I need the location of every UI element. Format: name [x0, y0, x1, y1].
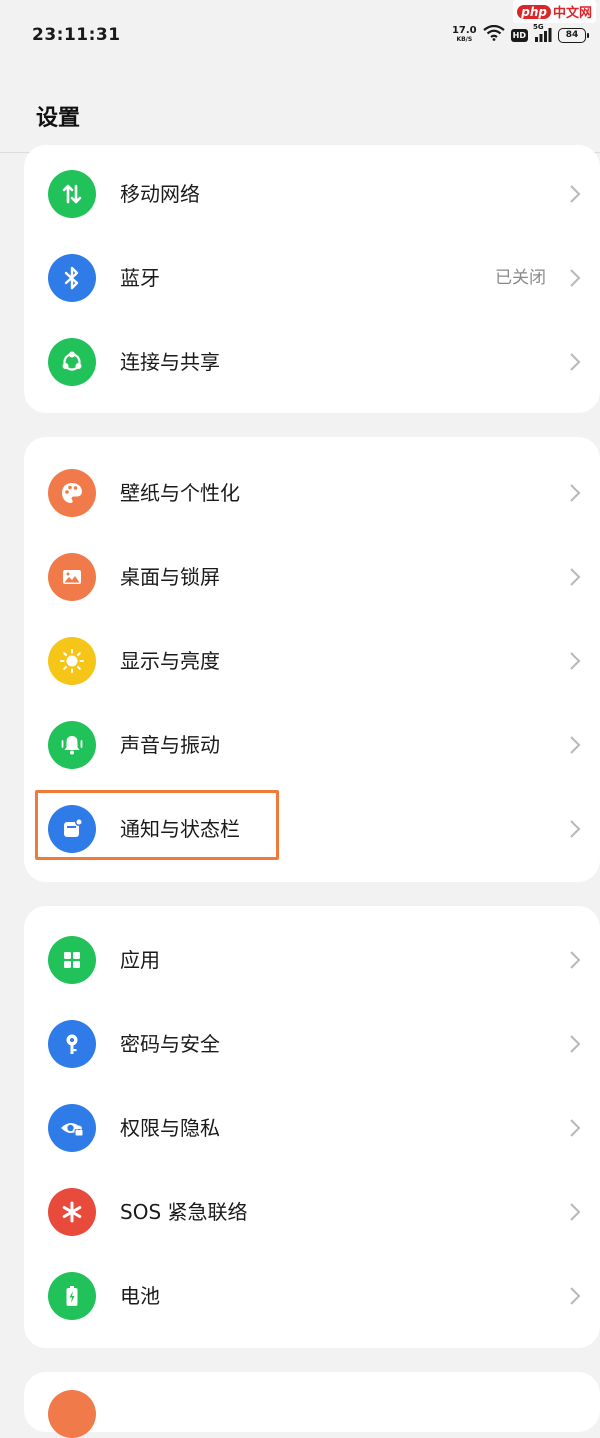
- bluetooth-icon: [48, 254, 96, 302]
- wifi-icon: [482, 24, 505, 45]
- chevron-right-icon: [570, 353, 581, 371]
- setting-label: 桌面与锁屏: [120, 565, 220, 589]
- setting-item-wallpaper[interactable]: 壁纸与个性化: [24, 451, 600, 535]
- setting-item-connection-sharing[interactable]: 连接与共享: [24, 320, 600, 404]
- setting-item-password-security[interactable]: 密码与安全: [24, 1002, 600, 1086]
- cellular-signal-icon: 5G: [533, 23, 552, 43]
- bell-icon: [48, 721, 96, 769]
- mobile-data-icon: [48, 170, 96, 218]
- bluetooth-status-value: 已关闭: [495, 268, 546, 288]
- chevron-right-icon: [570, 1119, 581, 1137]
- watermark-logo: php: [517, 4, 551, 19]
- status-bar: 23:11:31 17.0 KB/S HD 5G 84 php 中文网: [0, 0, 600, 72]
- setting-label: SOS 紧急联络: [120, 1200, 248, 1224]
- network-speed-unit: KB/S: [456, 35, 473, 43]
- setting-item-sound-vibration[interactable]: 声音与振动: [24, 703, 600, 787]
- highlight-annotation-box: [35, 790, 279, 860]
- share-icon: [48, 338, 96, 386]
- setting-item-icon-partial: [48, 1390, 96, 1438]
- setting-item-display-brightness[interactable]: 显示与亮度: [24, 619, 600, 703]
- apps-grid-icon: [48, 936, 96, 984]
- sun-icon: [48, 637, 96, 685]
- chevron-right-icon: [570, 1035, 581, 1053]
- sos-asterisk-icon: [48, 1188, 96, 1236]
- palette-icon: [48, 469, 96, 517]
- battery-icon: [48, 1272, 96, 1320]
- setting-item-sos-emergency[interactable]: SOS 紧急联络: [24, 1170, 600, 1254]
- setting-item-apps[interactable]: 应用: [24, 918, 600, 1002]
- chevron-right-icon: [570, 951, 581, 969]
- chevron-right-icon: [570, 568, 581, 586]
- chevron-right-icon: [570, 652, 581, 670]
- network-type-label: 5G: [533, 23, 544, 31]
- setting-label: 声音与振动: [120, 733, 220, 757]
- settings-group-connectivity: 移动网络 蓝牙 已关闭 连接与共享: [24, 145, 600, 413]
- chevron-right-icon: [570, 736, 581, 754]
- battery-indicator: 84: [558, 27, 589, 43]
- network-speed-value: 17.0: [451, 24, 477, 36]
- image-icon: [48, 553, 96, 601]
- setting-item-mobile-network[interactable]: 移动网络: [24, 152, 600, 236]
- setting-item-home-lock-screen[interactable]: 桌面与锁屏: [24, 535, 600, 619]
- setting-item-permissions-privacy[interactable]: 权限与隐私: [24, 1086, 600, 1170]
- chevron-right-icon: [570, 484, 581, 502]
- setting-label: 电池: [120, 1284, 160, 1308]
- setting-label: 连接与共享: [120, 350, 220, 374]
- chevron-right-icon: [570, 1287, 581, 1305]
- chevron-right-icon: [570, 269, 581, 287]
- setting-label: 密码与安全: [120, 1032, 220, 1056]
- site-watermark: php 中文网: [513, 0, 596, 23]
- setting-item-battery[interactable]: 电池: [24, 1254, 600, 1338]
- setting-label: 权限与隐私: [120, 1116, 220, 1140]
- settings-group-system: 应用 密码与安全 权限与隐私 SOS 紧急联络 电池: [24, 906, 600, 1348]
- setting-item-bluetooth[interactable]: 蓝牙 已关闭: [24, 236, 600, 320]
- chevron-right-icon: [570, 820, 581, 838]
- battery-level: 84: [565, 30, 579, 40]
- key-icon: [48, 1020, 96, 1068]
- watermark-text: 中文网: [552, 6, 592, 21]
- status-time: 23:11:31: [32, 25, 121, 45]
- chevron-right-icon: [570, 1203, 581, 1221]
- status-icons: 17.0 KB/S HD 5G 84: [452, 22, 590, 48]
- setting-label: 蓝牙: [120, 266, 160, 290]
- hd-badge: HD: [510, 28, 528, 42]
- setting-label: 壁纸与个性化: [120, 481, 240, 505]
- page-title: 设置: [36, 106, 81, 131]
- network-speed: 17.0 KB/S: [451, 24, 477, 44]
- setting-label: 显示与亮度: [120, 649, 220, 673]
- setting-label: 移动网络: [120, 182, 200, 206]
- privacy-eye-icon: [48, 1104, 96, 1152]
- setting-label: 应用: [120, 948, 160, 972]
- chevron-right-icon: [570, 185, 581, 203]
- settings-group-more: [24, 1372, 600, 1438]
